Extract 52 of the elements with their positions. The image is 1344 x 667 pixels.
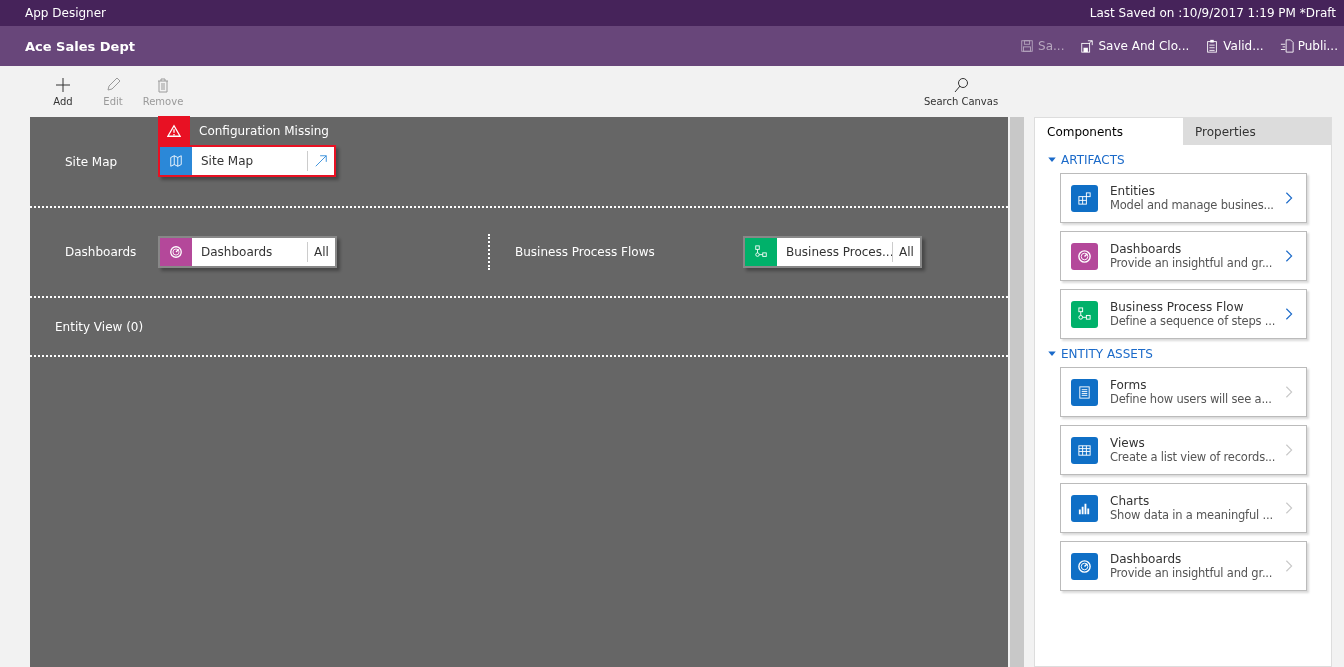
- row-label: Business Process Flows: [515, 245, 656, 259]
- section-header[interactable]: ARTIFACTS: [1047, 153, 1125, 167]
- flow-icon: [754, 245, 768, 259]
- card-description: Define how users will see a...: [1110, 392, 1273, 406]
- search-canvas-button[interactable]: Search Canvas: [921, 76, 1001, 107]
- edit-icon: [105, 76, 121, 93]
- row-label: Site Map: [64, 154, 119, 169]
- card-description: Model and manage busines...: [1110, 198, 1275, 212]
- map-icon: [169, 154, 183, 168]
- saveclose-button[interactable]: Save And Clo...: [1078, 37, 1192, 55]
- scope-label[interactable]: All: [308, 238, 335, 266]
- tile-label: Dashboards: [200, 244, 274, 261]
- component-tile[interactable]: Dashboards All: [158, 236, 337, 268]
- card-title: Charts: [1110, 494, 1151, 508]
- panel-tab[interactable]: Components: [1035, 118, 1183, 145]
- card-description: Provide an insightful and gr...: [1110, 256, 1274, 270]
- remove-icon: [155, 76, 171, 93]
- publish-button[interactable]: Publi...: [1277, 37, 1340, 55]
- card-title: Business Process Flow: [1110, 300, 1245, 314]
- row-label: Entity View (0): [54, 319, 145, 334]
- app-name: Ace Sales Dept: [25, 38, 135, 54]
- gauge-icon: [169, 245, 183, 259]
- card-title: Forms: [1110, 378, 1148, 392]
- card-description: Define a sequence of steps ...: [1110, 314, 1277, 328]
- scope-label[interactable]: All: [893, 238, 920, 266]
- add-icon: [55, 76, 71, 93]
- diagonal-arrow-icon: [314, 154, 328, 168]
- validate-button[interactable]: Valid...: [1203, 37, 1266, 55]
- card-title: Dashboards: [1110, 242, 1183, 256]
- card-title: Dashboards: [1110, 552, 1183, 566]
- card-description: Provide an insightful and gr...: [1110, 566, 1274, 580]
- tile-label: Site Map: [200, 153, 255, 170]
- warning-message: Configuration Missing: [199, 123, 329, 138]
- component-tile[interactable]: Business Proces... All: [743, 236, 922, 268]
- component-card[interactable]: Dashboards Provide an insightful and gr...: [1060, 231, 1307, 281]
- section-header[interactable]: ENTITY ASSETS: [1047, 347, 1153, 361]
- save-status: Last Saved on :10/9/2017 1:19 PM *Draft: [1089, 6, 1336, 20]
- warning-icon: [167, 123, 181, 138]
- component-card[interactable]: Entities Model and manage busines...: [1060, 173, 1307, 223]
- component-tile[interactable]: Site Map: [158, 145, 336, 177]
- scrollbar[interactable]: [1010, 117, 1024, 667]
- search-icon: [953, 76, 969, 93]
- window-title: App Designer: [25, 6, 106, 20]
- card-title: Views: [1110, 436, 1146, 450]
- card-description: Create a list view of records...: [1110, 450, 1277, 464]
- row-label: Dashboards: [64, 245, 138, 259]
- card-description: Show data in a meaningful ...: [1110, 508, 1274, 522]
- add-button[interactable]: Add: [38, 76, 88, 107]
- card-title: Entities: [1110, 184, 1156, 198]
- save-icon: [1020, 39, 1035, 53]
- tile-label: Business Proces...: [785, 244, 892, 261]
- component-card[interactable]: Business Process Flow Define a sequence of steps ...: [1060, 289, 1307, 339]
